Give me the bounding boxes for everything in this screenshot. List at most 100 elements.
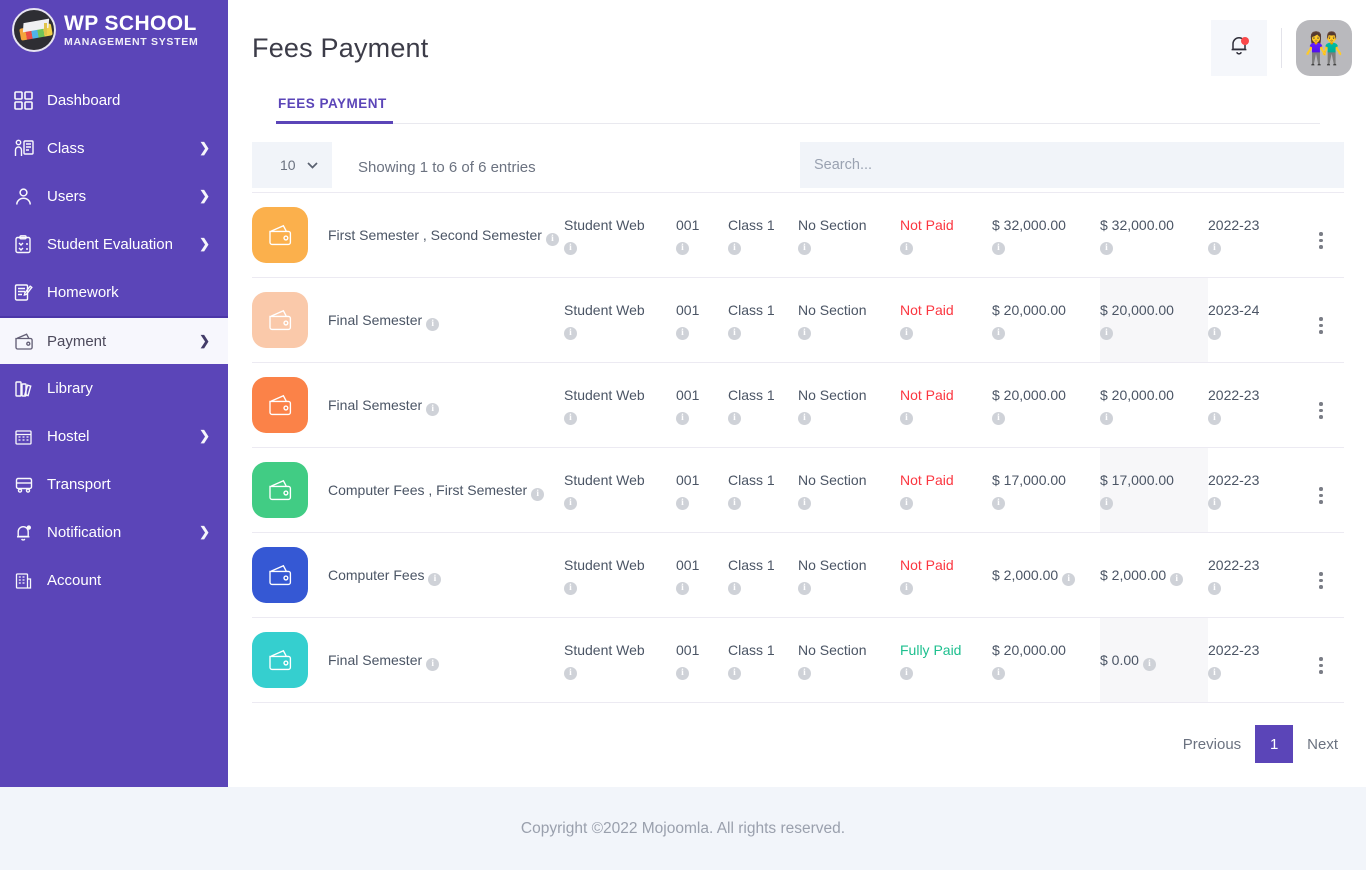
- info-icon[interactable]: i: [1100, 496, 1113, 510]
- info-icon[interactable]: i: [1062, 572, 1076, 586]
- info-icon[interactable]: i: [531, 487, 545, 501]
- info-icon[interactable]: i: [728, 241, 741, 255]
- info-icon[interactable]: i: [676, 241, 689, 255]
- info-icon[interactable]: i: [676, 411, 689, 425]
- bus-icon: [14, 475, 44, 494]
- info-icon[interactable]: i: [564, 411, 577, 425]
- brand[interactable]: WP SCHOOL MANAGEMENT SYSTEM: [0, 0, 228, 62]
- sidebar-item-class[interactable]: Class ❯: [0, 124, 228, 172]
- info-icon[interactable]: i: [992, 411, 1005, 425]
- info-icon[interactable]: i: [426, 317, 440, 331]
- info-icon[interactable]: i: [728, 411, 741, 425]
- info-icon[interactable]: i: [728, 581, 741, 595]
- sidebar-item-users[interactable]: Users ❯: [0, 172, 228, 220]
- info-icon[interactable]: i: [1100, 326, 1113, 340]
- next-page-button[interactable]: Next: [1303, 730, 1342, 759]
- info-icon[interactable]: i: [676, 496, 689, 510]
- user-name: Student Web: [564, 472, 645, 489]
- info-icon[interactable]: i: [1170, 572, 1184, 586]
- info-icon[interactable]: i: [564, 326, 577, 340]
- info-icon[interactable]: i: [1208, 496, 1221, 510]
- info-icon[interactable]: i: [900, 241, 913, 255]
- info-icon[interactable]: i: [1208, 666, 1221, 680]
- info-icon[interactable]: i: [1208, 581, 1221, 595]
- info-icon[interactable]: i: [992, 666, 1005, 680]
- kebab-menu-icon[interactable]: [1319, 317, 1323, 334]
- info-icon[interactable]: i: [676, 666, 689, 680]
- kebab-menu-icon[interactable]: [1319, 402, 1323, 419]
- sidebar-item-label: Student Evaluation: [47, 235, 173, 253]
- sidebar-item-dashboard[interactable]: Dashboard: [0, 76, 228, 124]
- info-icon[interactable]: i: [676, 581, 689, 595]
- table-row[interactable]: First Semester , Second Semester i Studen…: [252, 192, 1344, 278]
- info-icon[interactable]: i: [798, 666, 811, 680]
- sidebar-item-account[interactable]: Account: [0, 556, 228, 604]
- sidebar-item-payment[interactable]: Payment ❯: [0, 316, 228, 364]
- copyright-text: Copyright ©2022 Mojoomla. All rights res…: [520, 819, 846, 837]
- kebab-menu-icon[interactable]: [1319, 657, 1323, 674]
- info-icon[interactable]: i: [798, 581, 811, 595]
- table-row[interactable]: Computer Fees , First Semester i Student …: [252, 447, 1344, 533]
- info-icon[interactable]: i: [798, 411, 811, 425]
- pagination: Previous 1 Next: [252, 703, 1344, 787]
- info-icon[interactable]: i: [900, 326, 913, 340]
- info-icon[interactable]: i: [564, 581, 577, 595]
- info-icon[interactable]: i: [1208, 326, 1221, 340]
- info-icon[interactable]: i: [992, 241, 1005, 255]
- info-icon[interactable]: i: [728, 496, 741, 510]
- page-length-select[interactable]: 10: [252, 142, 332, 188]
- sidebar-item-notification[interactable]: Notification ❯: [0, 508, 228, 556]
- class-cell: Class 1 i: [728, 533, 798, 618]
- info-icon[interactable]: i: [728, 666, 741, 680]
- info-icon[interactable]: i: [900, 581, 913, 595]
- sidebar-item-homework[interactable]: Homework: [0, 268, 228, 316]
- notifications-button[interactable]: [1211, 20, 1267, 76]
- sidebar-item-label: Notification: [47, 523, 122, 541]
- avatar[interactable]: 👫: [1296, 20, 1352, 76]
- class-cell: Class 1 i: [728, 193, 798, 278]
- sidebar-item-library[interactable]: Library: [0, 364, 228, 412]
- user-cell: Student Web i: [564, 448, 676, 533]
- info-icon[interactable]: i: [798, 241, 811, 255]
- table-row[interactable]: Final Semester i Student Web i 001 i Class …: [252, 363, 1344, 448]
- user-name: Student Web: [564, 302, 645, 319]
- info-icon[interactable]: i: [564, 666, 577, 680]
- info-icon[interactable]: i: [992, 326, 1005, 340]
- info-icon[interactable]: i: [900, 666, 913, 680]
- info-icon[interactable]: i: [545, 232, 559, 246]
- academic-year: 2022-23: [1208, 642, 1260, 659]
- info-icon[interactable]: i: [676, 326, 689, 340]
- info-icon[interactable]: i: [900, 411, 913, 425]
- info-icon[interactable]: i: [426, 657, 440, 671]
- sidebar-item-hostel[interactable]: Hostel ❯: [0, 412, 228, 460]
- table-row[interactable]: Computer Fees i Student Web i 001 i Class 1…: [252, 533, 1344, 618]
- sidebar-item-student-evaluation[interactable]: Student Evaluation ❯: [0, 220, 228, 268]
- search-input[interactable]: [800, 142, 1344, 188]
- info-icon[interactable]: i: [1142, 657, 1156, 671]
- kebab-menu-icon[interactable]: [1319, 572, 1323, 589]
- table-row[interactable]: Final Semester i Student Web i 001 i Class …: [252, 617, 1344, 703]
- info-icon[interactable]: i: [426, 402, 440, 416]
- status-cell: Not Paid i: [900, 278, 992, 363]
- info-icon[interactable]: i: [728, 326, 741, 340]
- info-icon[interactable]: i: [564, 496, 577, 510]
- kebab-menu-icon[interactable]: [1319, 487, 1323, 504]
- info-icon[interactable]: i: [428, 572, 442, 586]
- info-icon[interactable]: i: [1208, 241, 1221, 255]
- status-badge: Not Paid: [900, 472, 954, 489]
- info-icon[interactable]: i: [798, 496, 811, 510]
- roll-cell: 001 i: [676, 533, 728, 618]
- info-icon[interactable]: i: [900, 496, 913, 510]
- info-icon[interactable]: i: [564, 241, 577, 255]
- info-icon[interactable]: i: [798, 326, 811, 340]
- page-number-1[interactable]: 1: [1255, 725, 1294, 763]
- sidebar-item-transport[interactable]: Transport: [0, 460, 228, 508]
- info-icon[interactable]: i: [992, 496, 1005, 510]
- info-icon[interactable]: i: [1100, 411, 1113, 425]
- tab-fees-payment[interactable]: FEES PAYMENT: [276, 96, 393, 124]
- info-icon[interactable]: i: [1100, 241, 1113, 255]
- previous-page-button[interactable]: Previous: [1179, 730, 1245, 759]
- table-row[interactable]: Final Semester i Student Web i 001 i Class …: [252, 277, 1344, 363]
- kebab-menu-icon[interactable]: [1319, 232, 1323, 249]
- info-icon[interactable]: i: [1208, 411, 1221, 425]
